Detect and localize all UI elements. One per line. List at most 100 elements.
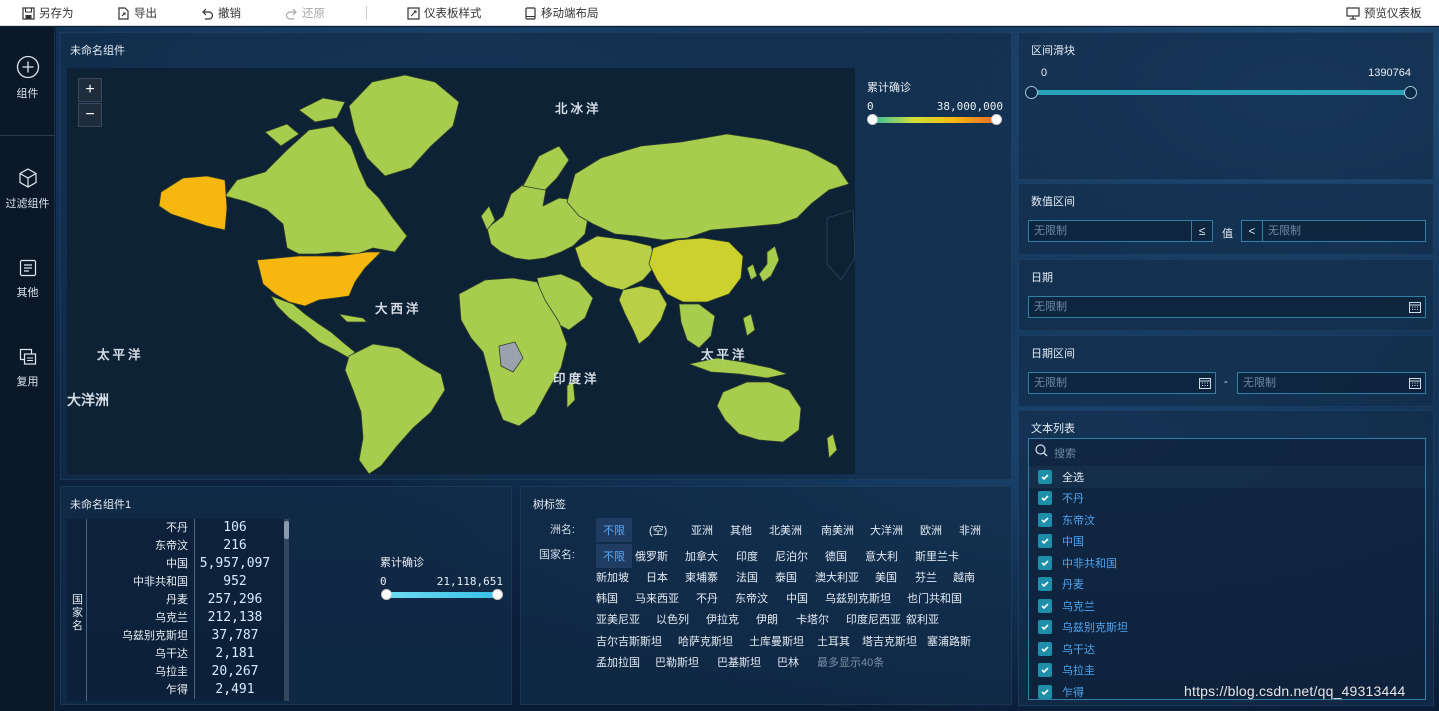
country-tag[interactable]: 巴林: [777, 654, 799, 670]
country-tag[interactable]: 日本: [646, 569, 668, 585]
table-panel[interactable]: 未命名组件1 国家名 不丹 106 东帝汶 216 中国 5,957,097 中非共和…: [60, 486, 512, 705]
scrollbar-thumb[interactable]: [284, 521, 289, 539]
date-range-start-input[interactable]: 无限制: [1028, 372, 1216, 394]
list-item[interactable]: 乌干达: [1029, 638, 1425, 660]
country-tag[interactable]: 不限: [596, 544, 632, 568]
country-tag[interactable]: 乌兹别克斯坦: [825, 590, 891, 606]
text-list-search[interactable]: 搜索: [1029, 439, 1425, 463]
continent-tag[interactable]: 亚洲: [691, 522, 713, 538]
country-tag[interactable]: 韩国: [596, 590, 618, 606]
table-row[interactable]: 东帝汶 216: [87, 537, 287, 555]
country-tag[interactable]: 越南: [953, 569, 975, 585]
list-item[interactable]: 中非共和国: [1029, 552, 1425, 574]
country-tag[interactable]: 法国: [736, 569, 758, 585]
continent-tag[interactable]: (空): [649, 522, 667, 538]
checkbox[interactable]: [1038, 534, 1052, 549]
calendar-icon[interactable]: [1409, 301, 1421, 313]
country-tag[interactable]: 意大利: [865, 548, 898, 564]
range-slider-panel[interactable]: 区间滑块 0 1390764: [1018, 32, 1434, 180]
zoom-out-button[interactable]: −: [78, 103, 102, 127]
continent-tag[interactable]: 欧洲: [920, 522, 942, 538]
country-tag[interactable]: 加拿大: [685, 548, 718, 564]
sidebar-item-components[interactable]: 组件: [0, 55, 55, 101]
undo-button[interactable]: 撤销: [201, 0, 241, 26]
number-range-left-operator[interactable]: ≤: [1191, 220, 1213, 242]
country-tag[interactable]: 印度: [736, 548, 758, 564]
range-slider-track[interactable]: [1033, 90, 1411, 95]
country-tag[interactable]: 土库曼斯坦: [749, 633, 804, 649]
redo-button[interactable]: 还原: [285, 0, 325, 26]
sidebar-item-filter-components[interactable]: 过滤组件: [0, 167, 55, 211]
map-legend-max-handle[interactable]: [991, 114, 1002, 125]
table-row[interactable]: 中非共和国 952: [87, 573, 287, 591]
checkbox[interactable]: [1038, 641, 1052, 656]
number-range-right-operator[interactable]: <: [1241, 220, 1263, 242]
list-item[interactable]: 乌拉圭: [1029, 660, 1425, 682]
table-row[interactable]: 乌拉圭 20,267: [87, 663, 287, 681]
table-row[interactable]: 乌克兰 212,138: [87, 609, 287, 627]
continent-tag[interactable]: 其他: [730, 522, 752, 538]
country-tag[interactable]: 卡塔尔: [796, 611, 829, 627]
date-range-end-input[interactable]: 无限制: [1237, 372, 1426, 394]
range-slider-max-handle[interactable]: [1404, 86, 1417, 99]
country-tag[interactable]: 斯里兰卡: [915, 548, 959, 564]
country-tag[interactable]: 叙利亚: [906, 611, 939, 627]
map-legend-min-handle[interactable]: [867, 114, 878, 125]
country-tag[interactable]: 塞浦路斯: [927, 633, 971, 649]
list-item[interactable]: 丹麦: [1029, 574, 1425, 596]
list-item[interactable]: 不丹: [1029, 488, 1425, 510]
sidebar-item-reuse[interactable]: 复用: [0, 347, 55, 389]
number-range-panel[interactable]: 数值区间 无限制 ≤ 值 < 无限制: [1018, 183, 1434, 255]
table-legend-min-handle[interactable]: [381, 589, 392, 600]
country-tag[interactable]: 印度尼西亚: [846, 611, 901, 627]
range-slider-min-handle[interactable]: [1025, 86, 1038, 99]
tree-tag-panel[interactable]: 树标签 洲名: 国家名: 不限 (空) 亚洲 其他 北美洲 南美洲 大洋洲 欧洲 非洲 不限 俄罗斯…: [520, 486, 1012, 705]
map-panel[interactable]: 未命名组件 + − 北冰洋 大西洋 印度洋 太平洋 太平洋 大洋洲 累计确诊 0…: [60, 32, 1012, 480]
country-tag[interactable]: 以色列: [656, 611, 689, 627]
world-map[interactable]: + − 北冰洋 大西洋 印度洋 太平洋 太平洋 大洋洲: [67, 68, 855, 474]
table-legend-max-handle[interactable]: [492, 589, 503, 600]
country-tag[interactable]: 东帝汶: [735, 590, 768, 606]
country-tag[interactable]: 孟加拉国: [596, 654, 640, 670]
country-tag[interactable]: 不丹: [696, 590, 718, 606]
country-tag[interactable]: 伊拉克: [706, 611, 739, 627]
checkbox[interactable]: [1038, 491, 1052, 506]
country-tag[interactable]: 芬兰: [915, 569, 937, 585]
table-row[interactable]: 乍得 2,491: [87, 681, 287, 699]
country-tag[interactable]: 也门共和国: [907, 590, 962, 606]
list-item[interactable]: 乌兹别克斯坦: [1029, 617, 1425, 639]
country-tag[interactable]: 巴勒斯坦: [655, 654, 699, 670]
table-row[interactable]: 丹麦 257,296: [87, 591, 287, 609]
country-tag[interactable]: 吉尔吉斯斯坦: [596, 633, 662, 649]
checkbox[interactable]: [1038, 469, 1052, 484]
country-tag[interactable]: 美国: [875, 569, 897, 585]
table-scrollbar[interactable]: [284, 519, 289, 701]
country-tag[interactable]: 俄罗斯: [635, 548, 668, 564]
country-tag[interactable]: 塔吉克斯坦: [862, 633, 917, 649]
country-table[interactable]: 国家名 不丹 106 东帝汶 216 中国 5,957,097 中非共和国 952 丹麦…: [67, 519, 287, 701]
checkbox[interactable]: [1038, 555, 1052, 570]
list-item[interactable]: 中国: [1029, 531, 1425, 553]
select-all-item[interactable]: 全选: [1029, 466, 1425, 488]
country-tag[interactable]: 马来西亚: [635, 590, 679, 606]
list-item[interactable]: 东帝汶: [1029, 509, 1425, 531]
country-tag[interactable]: 伊朗: [756, 611, 778, 627]
sidebar-item-other[interactable]: 其他: [0, 258, 55, 300]
date-input[interactable]: 无限制: [1028, 296, 1426, 318]
checkbox[interactable]: [1038, 663, 1052, 678]
save-as-button[interactable]: 另存为: [22, 0, 74, 26]
list-item[interactable]: 乌克兰: [1029, 595, 1425, 617]
country-tag[interactable]: 新加坡: [596, 569, 629, 585]
country-tag[interactable]: 亚美尼亚: [596, 611, 640, 627]
zoom-in-button[interactable]: +: [78, 78, 102, 102]
text-list-panel[interactable]: 文本列表 搜索 全选 不丹 东帝汶 中国 中非共和国 丹麦 乌克兰 乌兹别克斯坦 乌干达 乌拉圭乍…: [1018, 410, 1434, 706]
country-tag[interactable]: 德国: [825, 548, 847, 564]
country-tag[interactable]: 尼泊尔: [775, 548, 808, 564]
mobile-layout-button[interactable]: 移动端布局: [524, 0, 599, 26]
continent-tag[interactable]: 大洋洲: [870, 522, 903, 538]
continent-tag[interactable]: 不限: [596, 518, 632, 542]
date-panel[interactable]: 日期 无限制: [1018, 259, 1434, 331]
number-range-max-input[interactable]: 无限制: [1262, 220, 1426, 242]
calendar-icon[interactable]: [1409, 377, 1421, 389]
country-tag[interactable]: 土耳其: [817, 633, 850, 649]
